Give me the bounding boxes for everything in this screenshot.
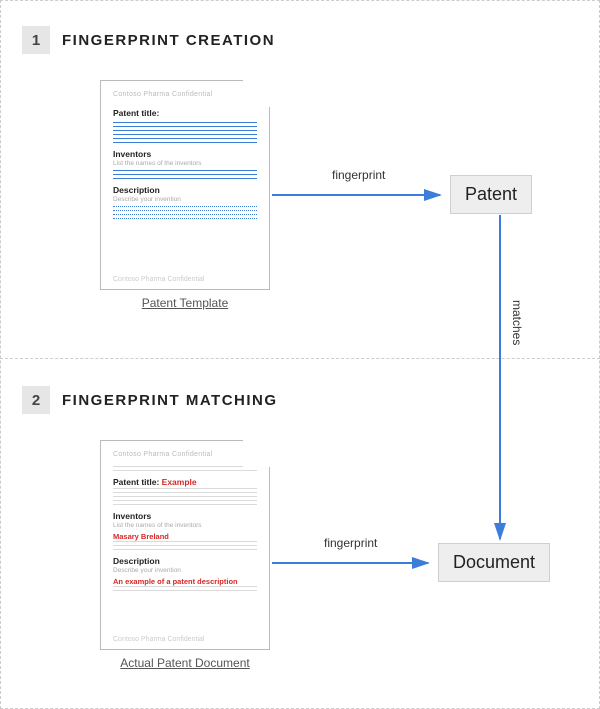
page-fold-icon bbox=[244, 440, 270, 466]
arrow-fingerprint-2 bbox=[272, 553, 434, 573]
patent-template-doc: Contoso Pharma Confidential Patent title… bbox=[100, 80, 270, 310]
page-fold-icon bbox=[244, 80, 270, 106]
arrow-2-label: fingerprint bbox=[324, 536, 377, 550]
step-1-number: 1 bbox=[22, 26, 50, 54]
arrow-1-label: fingerprint bbox=[332, 168, 385, 182]
actual-header: Contoso Pharma Confidential bbox=[113, 451, 257, 458]
step-2-number: 2 bbox=[22, 386, 50, 414]
actual-description-value: An example of a patent description bbox=[113, 577, 257, 586]
actual-description-subtext: Describe your invention bbox=[113, 567, 257, 574]
step-1-title: FINGERPRINT CREATION bbox=[62, 32, 275, 49]
step-2-title: FINGERPRINT MATCHING bbox=[62, 392, 278, 409]
template-paper: Contoso Pharma Confidential Patent title… bbox=[100, 80, 270, 290]
template-description-label: Description bbox=[113, 185, 257, 195]
actual-patent-doc: Contoso Pharma Confidential Patent title… bbox=[100, 440, 270, 670]
template-inventors-label: Inventors bbox=[113, 149, 257, 159]
actual-inventors-value: Masary Breland bbox=[113, 532, 257, 541]
section-2-header: 2 FINGERPRINT MATCHING bbox=[22, 386, 278, 414]
actual-caption: Actual Patent Document bbox=[100, 656, 270, 670]
arrow-matches bbox=[490, 215, 510, 545]
actual-inventors-label: Inventors bbox=[113, 511, 257, 521]
template-description-subtext: Describe your invention bbox=[113, 196, 257, 203]
actual-description-label: Description bbox=[113, 556, 257, 566]
actual-title-label: Patent title: Example bbox=[113, 477, 257, 487]
template-inventors-subtext: List the names of the inventors bbox=[113, 160, 257, 167]
arrow-fingerprint-1 bbox=[272, 185, 446, 205]
actual-paper: Contoso Pharma Confidential Patent title… bbox=[100, 440, 270, 650]
arrow-matches-label: matches bbox=[510, 300, 524, 345]
template-caption: Patent Template bbox=[100, 296, 270, 310]
section-divider bbox=[0, 358, 600, 359]
diagram-outer-border bbox=[0, 0, 600, 709]
template-header: Contoso Pharma Confidential bbox=[113, 91, 257, 98]
actual-footer: Contoso Pharma Confidential bbox=[113, 636, 204, 643]
document-node: Document bbox=[438, 543, 550, 582]
actual-inventors-subtext: List the names of the inventors bbox=[113, 522, 257, 529]
section-1-header: 1 FINGERPRINT CREATION bbox=[22, 26, 275, 54]
template-footer: Contoso Pharma Confidential bbox=[113, 276, 204, 283]
patent-node: Patent bbox=[450, 175, 532, 214]
actual-title-value: Example bbox=[162, 477, 197, 487]
template-title-label: Patent title: bbox=[113, 108, 257, 118]
